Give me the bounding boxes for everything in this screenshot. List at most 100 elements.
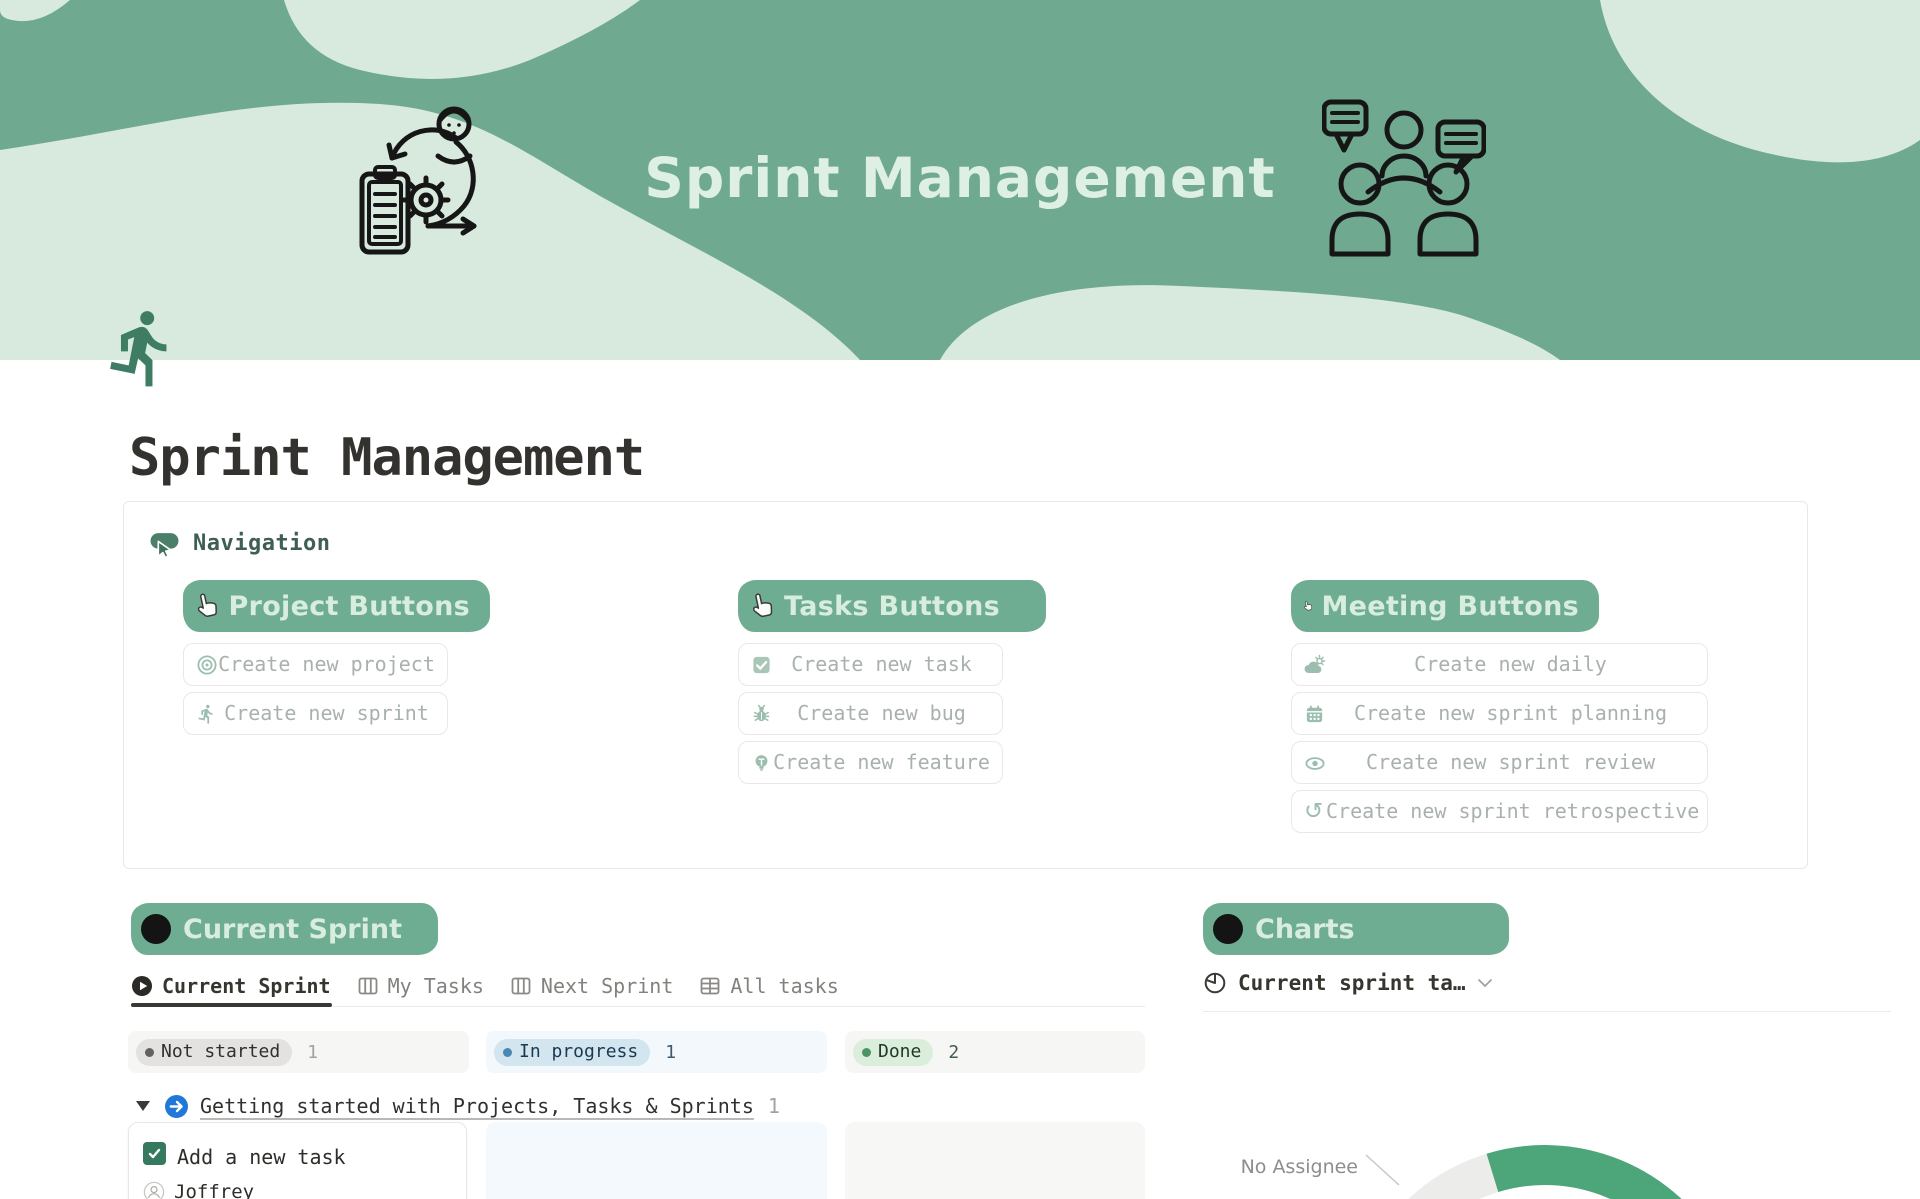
create-new-sprint-button[interactable]: Create new sprint [183, 692, 448, 735]
calendar-icon [1304, 703, 1325, 724]
tab-next-sprint[interactable]: Next Sprint [510, 974, 673, 998]
cursor-click-icon [149, 528, 180, 559]
column-header-done[interactable]: Done 2 [845, 1031, 1145, 1073]
column-count: 1 [307, 1042, 318, 1063]
column-count: 2 [948, 1042, 959, 1063]
status-dot [503, 1048, 512, 1057]
meeting-illustration [1322, 96, 1486, 260]
collapse-triangle-icon[interactable] [136, 1101, 150, 1111]
task-title: Add a new task [177, 1145, 346, 1169]
eye-icon [1304, 752, 1326, 774]
button-label: Create new project [184, 644, 447, 685]
project-arrow-icon [164, 1094, 189, 1119]
navigation-callout: Navigation Project Buttons Create new pr… [123, 501, 1808, 869]
board-columns-icon [357, 975, 379, 997]
check-icon [147, 1146, 162, 1161]
donut-segment-green [1492, 1165, 1725, 1199]
play-circle-icon [131, 975, 153, 997]
tasks-buttons-heading: Tasks Buttons [738, 580, 1046, 632]
page-title: Sprint Management [129, 428, 644, 488]
meeting-buttons-heading: Meeting Buttons [1291, 580, 1599, 632]
table-icon [699, 975, 721, 997]
target-icon [196, 654, 218, 676]
button-label: Create new feature [739, 742, 1002, 783]
runner-icon [196, 703, 217, 724]
sprint-management-page: Sprint Management Sprint Manageme [0, 0, 1920, 1199]
active-tab-underline [131, 1003, 332, 1007]
sprint-group-title[interactable]: Getting started with Projects, Tasks & S… [200, 1094, 754, 1118]
hand-pointer-icon [1300, 590, 1316, 622]
create-new-sprint-retrospective-button[interactable]: ↺ Create new sprint retrospective [1291, 790, 1708, 833]
column-header-in-progress[interactable]: In progress 1 [486, 1031, 827, 1073]
navigation-header: Navigation [149, 528, 330, 559]
chart-view-tab[interactable]: Current sprint ta… [1203, 971, 1493, 995]
column-header-not-started[interactable]: Not started 1 [128, 1031, 469, 1073]
task-assignee: Joffrey [143, 1181, 254, 1199]
runner-page-icon[interactable] [100, 306, 184, 390]
tab-all-tasks[interactable]: All tasks [699, 974, 838, 998]
black-circle-icon [1213, 914, 1243, 944]
in-progress-column-panel [486, 1122, 827, 1199]
group-title: Project Buttons [229, 591, 471, 622]
button-label: Create new task [739, 644, 1002, 685]
group-title: Meeting Buttons [1321, 591, 1579, 622]
counterclockwise-arrow-icon: ↺ [1304, 800, 1323, 823]
sun-cloud-icon [1304, 654, 1326, 675]
create-new-feature-button[interactable]: Create new feature [738, 741, 1003, 784]
create-new-daily-button[interactable]: Create new daily [1291, 643, 1708, 686]
status-label: In progress [519, 1043, 638, 1061]
tasks-buttons-group: Tasks Buttons Create new task Create new… [738, 580, 1046, 784]
sprint-group-row: Getting started with Projects, Tasks & S… [136, 1090, 780, 1122]
banner-title: Sprint Management [560, 146, 1360, 210]
button-label: Create new sprint [184, 693, 447, 734]
button-label: Create new sprint review [1292, 742, 1707, 783]
status-label: Done [878, 1043, 921, 1061]
section-title: Charts [1255, 914, 1355, 945]
pie-chart-icon [1203, 971, 1227, 995]
done-column-panel [845, 1122, 1145, 1199]
hand-pointer-icon [192, 589, 223, 624]
column-count: 1 [665, 1042, 676, 1063]
button-label: Create new daily [1292, 644, 1707, 685]
assignee-name: Joffrey [174, 1181, 254, 1199]
tab-current-sprint[interactable]: Current Sprint [131, 974, 331, 998]
status-label: Not started [161, 1043, 280, 1061]
status-dot [862, 1048, 871, 1057]
donut-label: No Assignee [1241, 1156, 1358, 1178]
charts-divider [1203, 1011, 1891, 1012]
hand-pointer-icon [747, 589, 779, 624]
board-columns-icon [510, 975, 532, 997]
tab-my-tasks[interactable]: My Tasks [357, 974, 484, 998]
button-label: Create new sprint retrospective [1292, 791, 1707, 832]
current-sprint-heading: Current Sprint [131, 903, 438, 955]
project-buttons-group: Project Buttons Create new project Creat… [183, 580, 490, 735]
view-tabs: Current Sprint My Tasks Next Sprint All … [131, 970, 839, 1002]
button-label: Create new sprint planning [1292, 693, 1707, 734]
sprint-group-count: 1 [768, 1094, 780, 1118]
label-leader-line [1366, 1155, 1399, 1185]
project-buttons-heading: Project Buttons [183, 580, 490, 632]
charts-heading: Charts [1203, 903, 1509, 955]
create-new-sprint-review-button[interactable]: Create new sprint review [1291, 741, 1708, 784]
task-card[interactable]: Add a new task Joffrey [128, 1122, 467, 1199]
create-new-project-button[interactable]: Create new project [183, 643, 448, 686]
create-new-task-button[interactable]: Create new task [738, 643, 1003, 686]
create-new-bug-button[interactable]: Create new bug [738, 692, 1003, 735]
lightbulb-icon [751, 752, 772, 773]
section-title: Current Sprint [183, 914, 402, 945]
assignee-donut-chart: No Assignee [1203, 1115, 1903, 1199]
cover-banner: Sprint Management [0, 0, 1920, 360]
task-checkbox[interactable] [143, 1142, 166, 1165]
black-circle-icon [141, 914, 171, 944]
meeting-buttons-group: Meeting Buttons Create new daily [1291, 580, 1708, 833]
navigation-label: Navigation [193, 531, 330, 556]
avatar-icon [143, 1181, 165, 1199]
button-label: Create new bug [739, 693, 1002, 734]
bug-icon [751, 703, 772, 724]
chevron-down-icon [1477, 978, 1493, 988]
status-dot [145, 1048, 154, 1057]
scrum-cycle-illustration [358, 94, 490, 260]
checked-task-icon [751, 654, 772, 675]
group-title: Tasks Buttons [784, 591, 1000, 622]
create-new-sprint-planning-button[interactable]: Create new sprint planning [1291, 692, 1708, 735]
